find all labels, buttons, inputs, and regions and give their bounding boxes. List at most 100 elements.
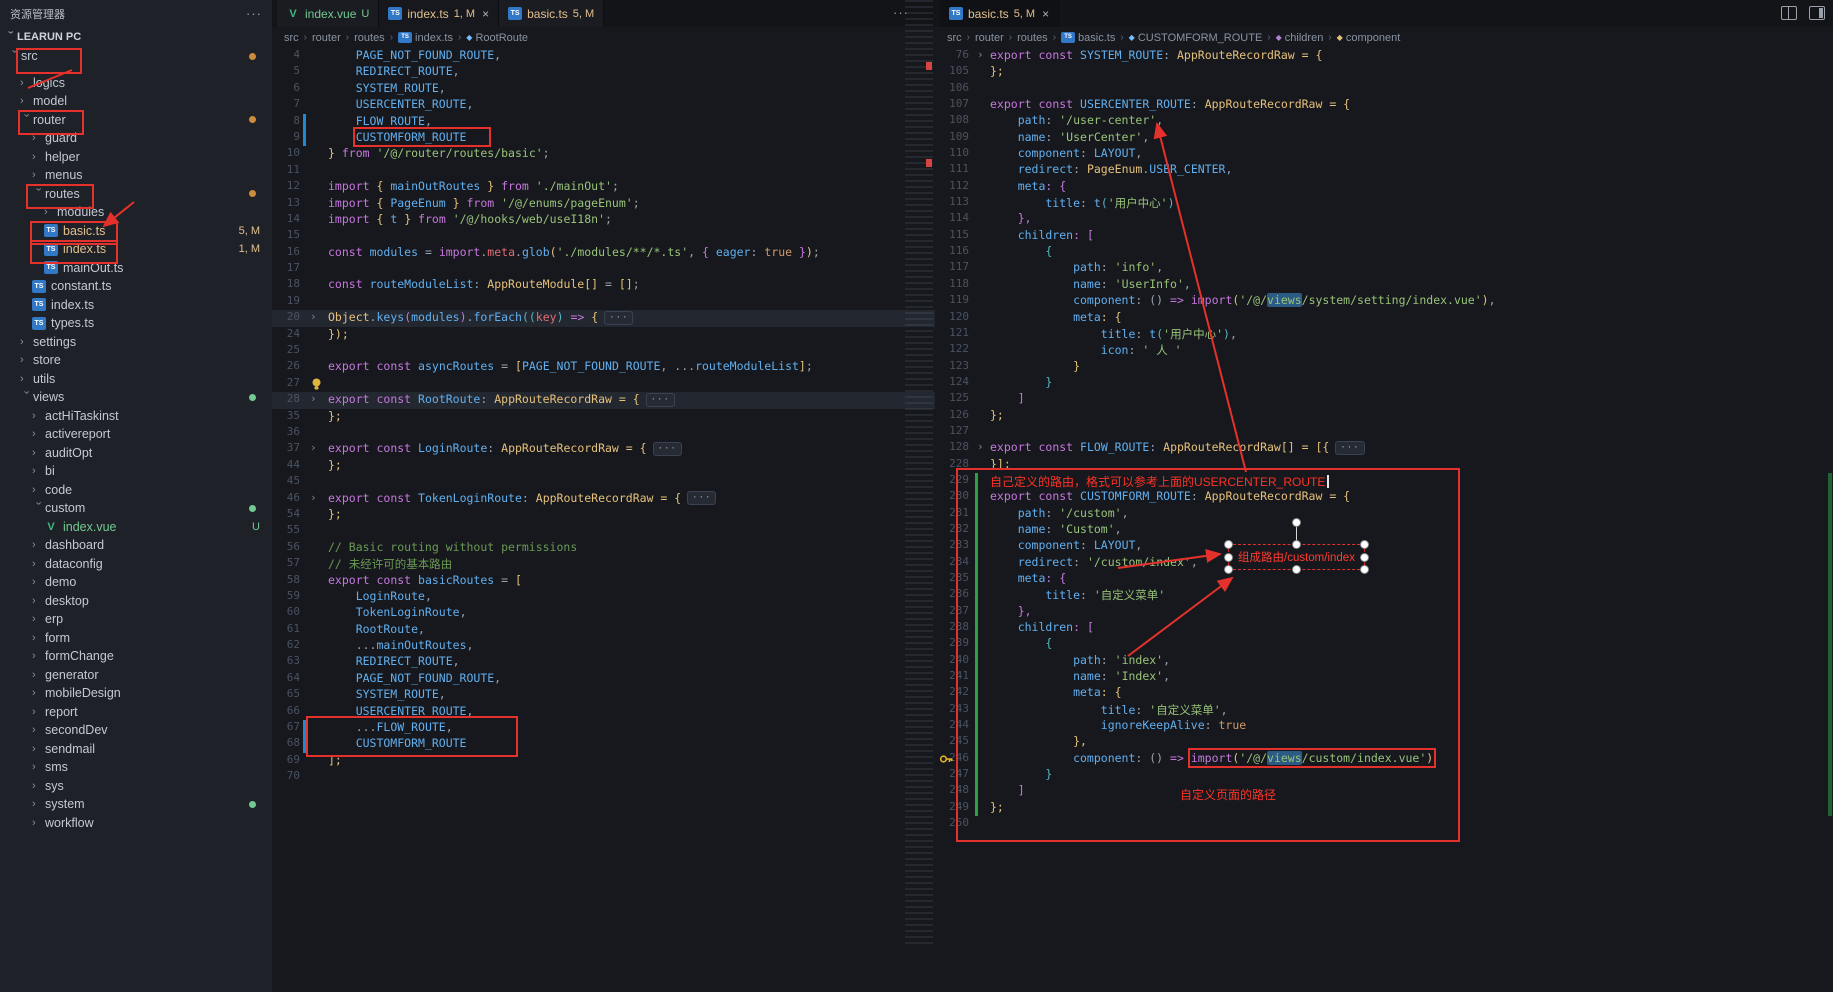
- code-line-27[interactable]: 27: [272, 376, 935, 392]
- tree-item-formChange[interactable]: ›formChange: [0, 647, 272, 666]
- tree-item-actHiTaskinst[interactable]: ›actHiTaskinst: [0, 407, 272, 426]
- close-icon[interactable]: ×: [482, 7, 489, 21]
- code-line-8[interactable]: 8 FLOW_ROUTE,: [272, 114, 935, 130]
- code-line-244[interactable]: 244 ignoreKeepAlive: true: [935, 718, 1833, 734]
- minimap[interactable]: [905, 0, 933, 944]
- workspace-header[interactable]: › LEARUN PC: [0, 27, 272, 47]
- code-line-25[interactable]: 25: [272, 343, 935, 359]
- code-line-7[interactable]: 7 USERCENTER_ROUTE,: [272, 97, 935, 113]
- tab-basic.ts[interactable]: TSbasic.ts5, M: [499, 0, 604, 27]
- code-line-231[interactable]: 231 path: '/custom',: [935, 506, 1833, 522]
- code-line-250[interactable]: 250: [935, 816, 1833, 832]
- code-line-115[interactable]: 115 children: [: [935, 228, 1833, 244]
- breadcrumb-item-component[interactable]: ◆component: [1337, 32, 1401, 44]
- code-line-232[interactable]: 232 name: 'Custom',: [935, 522, 1833, 538]
- code-line-28[interactable]: 28›export const RootRoute: AppRouteRecor…: [272, 392, 935, 408]
- tab-index.ts[interactable]: TSindex.ts1, M×: [379, 0, 499, 27]
- code-line-4[interactable]: 4 PAGE_NOT_FOUND_ROUTE,: [272, 48, 935, 64]
- breadcrumb-item-src[interactable]: src: [947, 32, 962, 44]
- breadcrumb-item-routes[interactable]: routes: [1017, 32, 1048, 44]
- code-line-44[interactable]: 44};: [272, 458, 935, 474]
- tree-item-secondDev[interactable]: ›secondDev: [0, 721, 272, 740]
- tree-item-store[interactable]: ›store: [0, 351, 272, 370]
- tree-item-index.ts[interactable]: TSindex.ts1, M: [0, 240, 272, 259]
- tree-item-basic.ts[interactable]: TSbasic.ts5, M: [0, 222, 272, 241]
- code-line-69[interactable]: 69];: [272, 753, 935, 769]
- tree-item-router[interactable]: ›router: [0, 111, 272, 130]
- code-line-234[interactable]: 234 redirect: '/custom/index',: [935, 555, 1833, 571]
- code-line-109[interactable]: 109 name: 'UserCenter',: [935, 130, 1833, 146]
- code-line-65[interactable]: 65 SYSTEM_ROUTE,: [272, 687, 935, 703]
- code-line-26[interactable]: 26export const asyncRoutes = [PAGE_NOT_F…: [272, 359, 935, 375]
- code-line-240[interactable]: 240 path: 'index',: [935, 653, 1833, 669]
- code-line-107[interactable]: 107export const USERCENTER_ROUTE: AppRou…: [935, 97, 1833, 113]
- code-line-247[interactable]: 247 }: [935, 767, 1833, 783]
- tree-item-auditOpt[interactable]: ›auditOpt: [0, 444, 272, 463]
- folded-region-ellipsis[interactable]: ···: [687, 491, 716, 505]
- code-line-112[interactable]: 112 meta: {: [935, 179, 1833, 195]
- fold-chevron-icon[interactable]: ›: [310, 392, 317, 405]
- tree-item-utils[interactable]: ›utils: [0, 370, 272, 389]
- code-line-16[interactable]: 16const modules = import.meta.glob('./mo…: [272, 245, 935, 261]
- code-line-24[interactable]: 24});: [272, 327, 935, 343]
- code-line-18[interactable]: 18const routeModuleList: AppRouteModule[…: [272, 277, 935, 293]
- code-line-70[interactable]: 70: [272, 769, 935, 785]
- tree-item-report[interactable]: ›report: [0, 703, 272, 722]
- code-line-117[interactable]: 117 path: 'info',: [935, 260, 1833, 276]
- code-line-67[interactable]: 67 ...FLOW_ROUTE,: [272, 720, 935, 736]
- tree-item-dashboard[interactable]: ›dashboard: [0, 536, 272, 555]
- code-line-12[interactable]: 12import { mainOutRoutes } from './mainO…: [272, 179, 935, 195]
- fold-chevron-icon[interactable]: ›: [977, 48, 984, 61]
- breadcrumb-item-router[interactable]: router: [312, 32, 341, 44]
- code-line-68[interactable]: 68 CUSTOMFORM_ROUTE: [272, 736, 935, 752]
- tree-item-sms[interactable]: ›sms: [0, 758, 272, 777]
- code-line-236[interactable]: 236 title: '自定义菜单': [935, 587, 1833, 603]
- tree-item-workflow[interactable]: ›workflow: [0, 814, 272, 833]
- code-line-76[interactable]: 76›export const SYSTEM_ROUTE: AppRouteRe…: [935, 48, 1833, 64]
- tree-item-model[interactable]: ›model: [0, 92, 272, 111]
- tab-basic.ts[interactable]: TSbasic.ts5, M×: [940, 0, 1059, 27]
- code-line-11[interactable]: 11: [272, 163, 935, 179]
- tree-item-desktop[interactable]: ›desktop: [0, 592, 272, 611]
- code-line-37[interactable]: 37›export const LoginRoute: AppRouteReco…: [272, 441, 935, 457]
- code-line-118[interactable]: 118 name: 'UserInfo',: [935, 277, 1833, 293]
- code-line-237[interactable]: 237 },: [935, 604, 1833, 620]
- code-line-245[interactable]: 245 },: [935, 734, 1833, 750]
- code-line-249[interactable]: 249};: [935, 800, 1833, 816]
- breadcrumb-item-routes[interactable]: routes: [354, 32, 385, 44]
- code-line-36[interactable]: 36: [272, 425, 935, 441]
- code-line-15[interactable]: 15: [272, 228, 935, 244]
- tree-item-bi[interactable]: ›bi: [0, 462, 272, 481]
- breadcrumb-item-children[interactable]: ◆children: [1276, 32, 1324, 44]
- tree-item-index.ts[interactable]: TSindex.ts: [0, 296, 272, 315]
- code-line-62[interactable]: 62 ...mainOutRoutes,: [272, 638, 935, 654]
- code-line-122[interactable]: 122 icon: ' 人 ': [935, 342, 1833, 358]
- breadcrumb-item-router[interactable]: router: [975, 32, 1004, 44]
- code-line-105[interactable]: 105};: [935, 64, 1833, 80]
- fold-chevron-icon[interactable]: ›: [310, 310, 317, 323]
- code-line-19[interactable]: 19: [272, 294, 935, 310]
- folded-region-ellipsis[interactable]: ···: [646, 393, 675, 407]
- code-line-242[interactable]: 242 meta: {: [935, 685, 1833, 701]
- tree-item-custom[interactable]: ›custom: [0, 499, 272, 518]
- code-line-114[interactable]: 114 },: [935, 211, 1833, 227]
- code-line-56[interactable]: 56// Basic routing without permissions: [272, 540, 935, 556]
- code-line-106[interactable]: 106: [935, 81, 1833, 97]
- code-line-124[interactable]: 124 }: [935, 375, 1833, 391]
- explorer-more-icon[interactable]: ···: [246, 6, 262, 21]
- fold-chevron-icon[interactable]: ›: [977, 440, 984, 453]
- split-editor-icon[interactable]: [1781, 6, 1797, 20]
- tree-item-dataconfig[interactable]: ›dataconfig: [0, 555, 272, 574]
- code-line-243[interactable]: 243 title: '自定义菜单',: [935, 702, 1833, 718]
- tree-item-erp[interactable]: ›erp: [0, 610, 272, 629]
- tree-item-menus[interactable]: ›menus: [0, 166, 272, 185]
- code-line-5[interactable]: 5 REDIRECT_ROUTE,: [272, 64, 935, 80]
- code-line-241[interactable]: 241 name: 'Index',: [935, 669, 1833, 685]
- folded-region-ellipsis[interactable]: ···: [653, 442, 682, 456]
- code-line-60[interactable]: 60 TokenLoginRoute,: [272, 605, 935, 621]
- code-line-246[interactable]: 246 component: () => import('/@/views/cu…: [935, 751, 1833, 767]
- code-line-235[interactable]: 235 meta: {: [935, 571, 1833, 587]
- customize-layout-icon[interactable]: [1809, 6, 1825, 20]
- code-line-127[interactable]: 127: [935, 424, 1833, 440]
- breadcrumb-item-basic.ts[interactable]: TSbasic.ts: [1061, 32, 1115, 44]
